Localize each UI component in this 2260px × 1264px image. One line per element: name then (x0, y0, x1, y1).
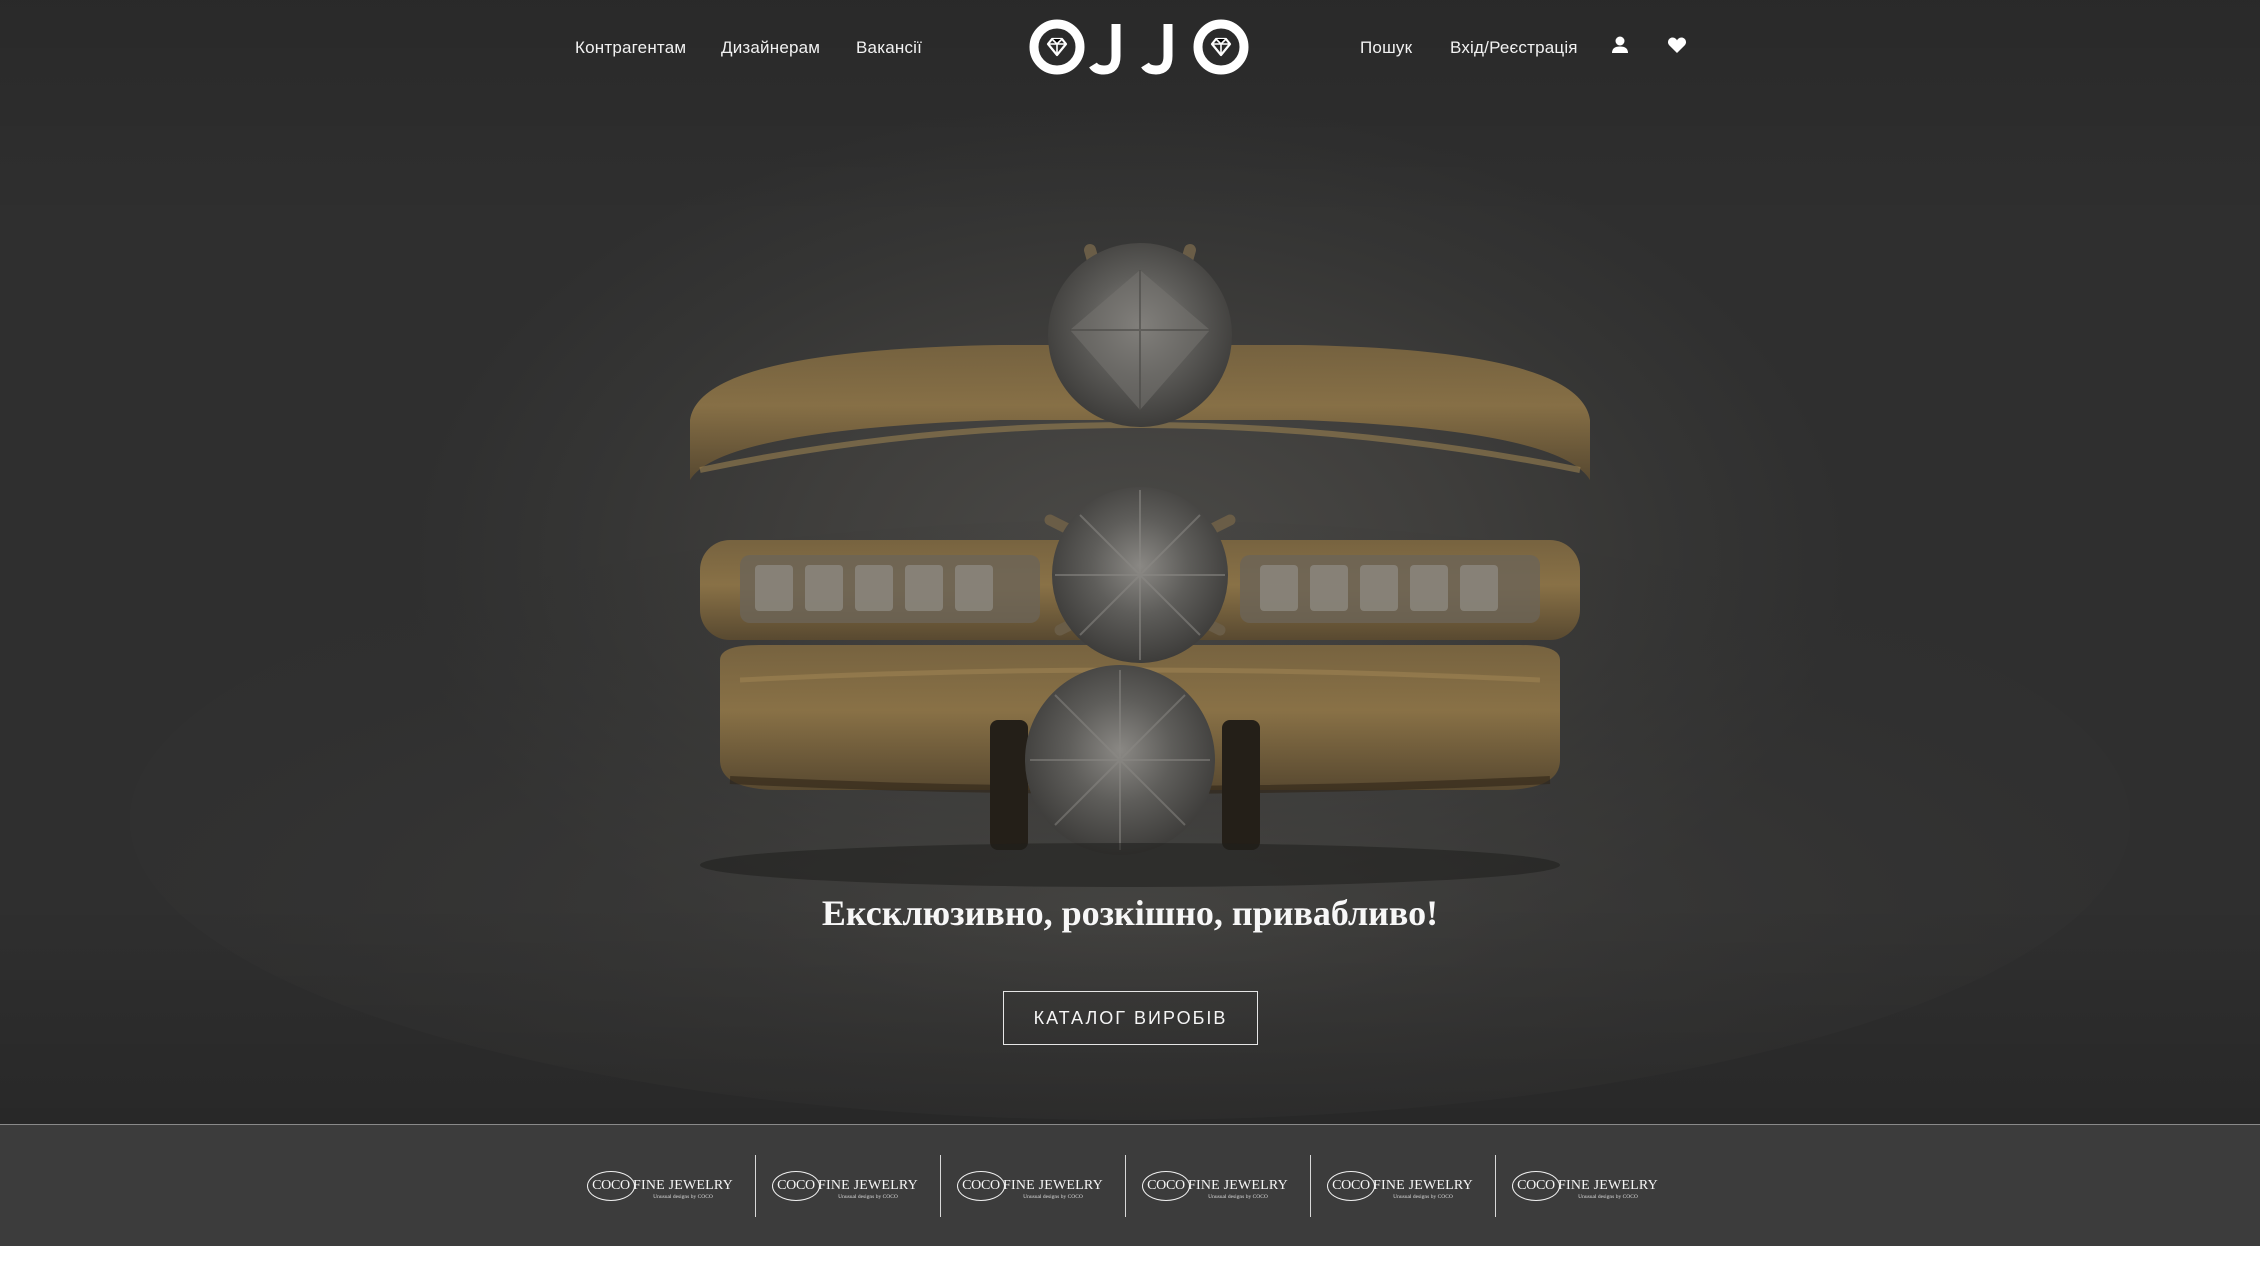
brand-name-text: FINE JEWELRY (817, 1178, 918, 1193)
nav-link-search[interactable]: Пошук (1360, 38, 1412, 58)
brand-name-text: FINE JEWELRY (1372, 1178, 1473, 1193)
brand-subtitle: Unusual designs by COCO (653, 1194, 713, 1200)
user-icon[interactable] (1609, 34, 1631, 56)
brand-name-text: FINE JEWELRY (632, 1178, 733, 1193)
brand-logo-mark: COCO FINE JEWELRY Unusual designs by COCO (1511, 1171, 1658, 1201)
brand-oval-text: COCO (771, 1171, 820, 1201)
brand-logo-coco-fine-jewelry[interactable]: COCO FINE JEWELRY Unusual designs by COCO (1505, 1157, 1665, 1215)
brand-oval-text: COCO (586, 1171, 635, 1201)
brand-name-text: FINE JEWELRY (1187, 1178, 1288, 1193)
brand-logo-mark: COCO FINE JEWELRY Unusual designs by COCO (1326, 1171, 1473, 1201)
brand-divider (940, 1155, 941, 1217)
ojjo-logo[interactable] (1028, 18, 1250, 76)
hero-section (0, 0, 2260, 1124)
brand-oval-text: COCO (956, 1171, 1005, 1201)
brand-logo-mark: COCO FINE JEWELRY Unusual designs by COCO (586, 1171, 733, 1201)
brand-divider (1125, 1155, 1126, 1217)
brand-logo-mark: COCO FINE JEWELRY Unusual designs by COCO (956, 1171, 1103, 1201)
brand-logos-strip: COCO FINE JEWELRY Unusual designs by COCO C… (0, 1124, 2260, 1246)
brand-name-text: FINE JEWELRY (1002, 1178, 1103, 1193)
site-header: Контрагентам Дизайнерам Вакансії Пошук В… (0, 0, 2260, 100)
brand-logo-coco-fine-jewelry[interactable]: COCO FINE JEWELRY Unusual designs by COCO (1135, 1157, 1295, 1215)
brand-subtitle: Unusual designs by COCO (1393, 1194, 1453, 1200)
brand-subtitle: Unusual designs by COCO (1208, 1194, 1268, 1200)
heart-icon[interactable] (1666, 34, 1688, 56)
brand-divider (1310, 1155, 1311, 1217)
brand-oval-text: COCO (1141, 1171, 1190, 1201)
nav-link-designers[interactable]: Дизайнерам (721, 38, 820, 58)
brand-divider (1495, 1155, 1496, 1217)
nav-link-vacancies[interactable]: Вакансії (856, 38, 922, 58)
hero-tagline: Ексклюзивно, розкішно, привабливо! (821, 893, 1439, 933)
nav-link-contractors[interactable]: Контрагентам (575, 38, 686, 58)
brand-logo-coco-fine-jewelry[interactable]: COCO FINE JEWELRY Unusual designs by COCO (950, 1157, 1110, 1215)
brand-name-text: FINE JEWELRY (1557, 1178, 1658, 1193)
brand-logo-coco-fine-jewelry[interactable]: COCO FINE JEWELRY Unusual designs by COCO (1320, 1157, 1480, 1215)
brand-logo-mark: COCO FINE JEWELRY Unusual designs by COCO (1141, 1171, 1288, 1201)
brand-oval-text: COCO (1511, 1171, 1560, 1201)
brand-oval-text: COCO (1326, 1171, 1375, 1201)
brand-subtitle: Unusual designs by COCO (838, 1194, 898, 1200)
brand-logo-coco-fine-jewelry[interactable]: COCO FINE JEWELRY Unusual designs by COCO (580, 1157, 740, 1215)
brand-subtitle: Unusual designs by COCO (1023, 1194, 1083, 1200)
hero-rings-image (130, 243, 2130, 1120)
brand-logo-mark: COCO FINE JEWELRY Unusual designs by COCO (771, 1171, 918, 1201)
brand-logo-coco-fine-jewelry[interactable]: COCO FINE JEWELRY Unusual designs by COCO (765, 1157, 925, 1215)
page-bottom-edge (0, 1246, 2260, 1264)
catalog-button[interactable]: КАТАЛОГ ВИРОБІВ (1003, 991, 1258, 1045)
nav-link-login-register[interactable]: Вхід/Реєстрація (1450, 38, 1578, 58)
brand-divider (755, 1155, 756, 1217)
brand-subtitle: Unusual designs by COCO (1578, 1194, 1638, 1200)
